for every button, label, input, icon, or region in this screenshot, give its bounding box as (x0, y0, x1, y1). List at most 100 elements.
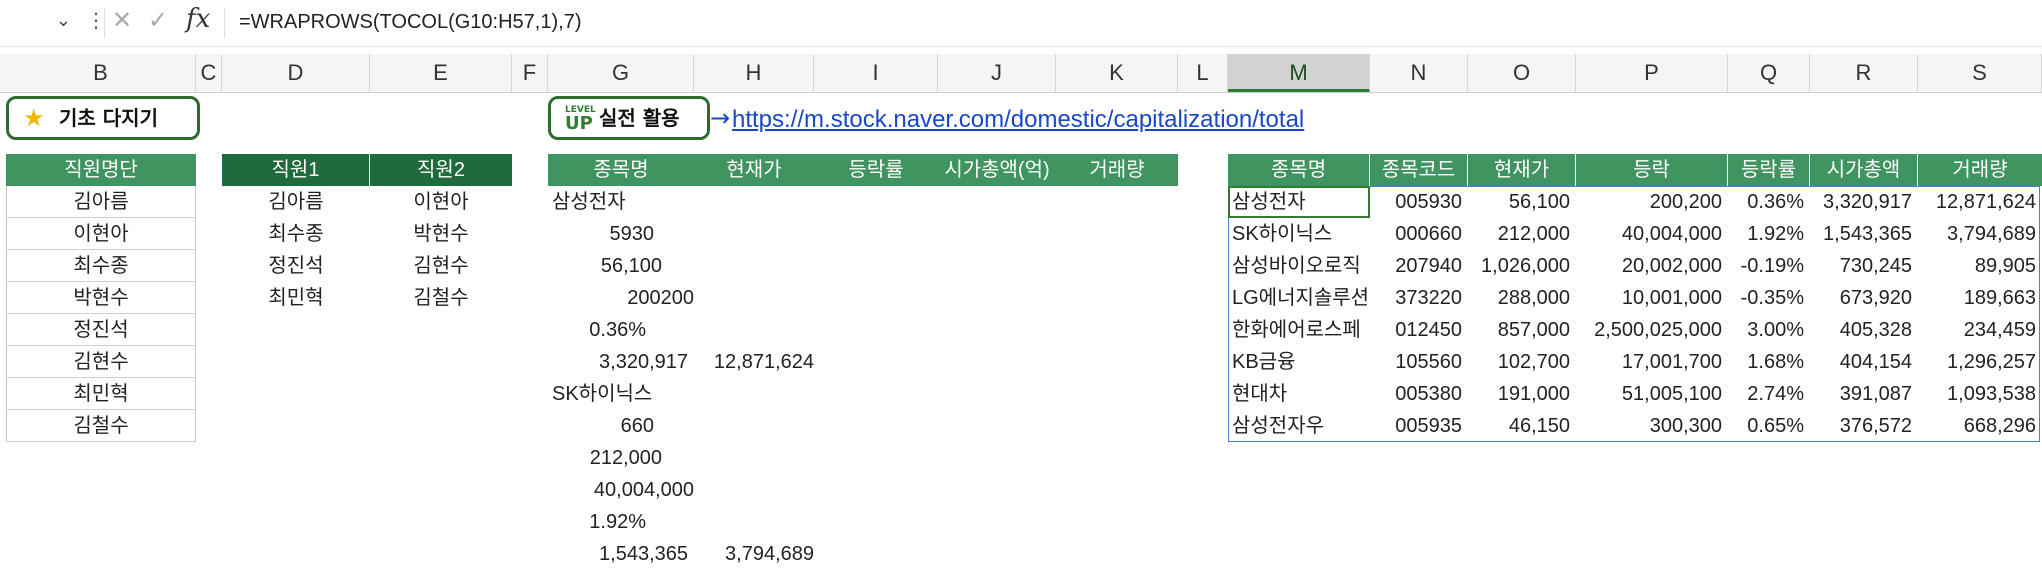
employee-name-cell[interactable]: 최민혁 (6, 378, 196, 410)
result-cell[interactable]: 3,794,689 (1918, 218, 2042, 250)
pair-cell-2[interactable]: 김철수 (370, 282, 512, 314)
result-cell[interactable]: 1,093,538 (1918, 378, 2042, 410)
column-header-p[interactable]: P (1576, 54, 1728, 92)
column-header-i[interactable]: I (814, 54, 938, 92)
result-cell[interactable]: 10,001,000 (1576, 282, 1728, 314)
result-cell[interactable]: 189,663 (1918, 282, 2042, 314)
pair-cell-2[interactable]: 박현수 (370, 218, 512, 250)
insert-function-icon[interactable]: fx (186, 4, 210, 34)
employee-name-cell[interactable]: 최수종 (6, 250, 196, 282)
result-cell[interactable]: 012450 (1370, 314, 1468, 346)
employee-name-cell[interactable]: 김아름 (6, 186, 196, 218)
result-cell[interactable]: 2.74% (1728, 378, 1810, 410)
stock-name-cell[interactable]: SK하이닉스 (1228, 218, 1370, 250)
basic-button[interactable]: ★ 기초 다지기 (6, 96, 200, 140)
column-header-l[interactable]: L (1178, 54, 1228, 92)
result-cell[interactable]: 288,000 (1468, 282, 1576, 314)
employee-name-cell[interactable]: 김철수 (6, 410, 196, 442)
name-box[interactable]: ⌄ (0, 8, 75, 38)
result-cell[interactable]: 212,000 (1468, 218, 1576, 250)
close-icon[interactable]: ✕ (112, 6, 132, 34)
pair-cell-2[interactable]: 이현아 (370, 186, 512, 218)
result-cell[interactable]: 12,871,624 (1918, 186, 2042, 218)
raw-value-cell[interactable]: 3,320,917 (548, 346, 688, 378)
more-options-icon[interactable]: ⋮ (86, 8, 106, 32)
column-header-s[interactable]: S (1918, 54, 2042, 92)
result-cell[interactable]: 005930 (1370, 186, 1468, 218)
check-icon[interactable]: ✓ (148, 6, 168, 34)
pair-cell-2[interactable]: 김현수 (370, 250, 512, 282)
result-cell[interactable]: 005935 (1370, 410, 1468, 442)
result-cell[interactable]: 3.00% (1728, 314, 1810, 346)
pair-cell-1[interactable]: 최민혁 (222, 282, 370, 314)
column-header-j[interactable]: J (938, 54, 1056, 92)
column-header-b[interactable]: B (6, 54, 196, 92)
result-cell[interactable]: 1,296,257 (1918, 346, 2042, 378)
raw-volume-cell[interactable]: 12,871,624 (694, 346, 814, 378)
pair-cell-1[interactable]: 김아름 (222, 186, 370, 218)
result-cell[interactable]: 1.68% (1728, 346, 1810, 378)
column-header-o[interactable]: O (1468, 54, 1576, 92)
column-header-m[interactable]: M (1228, 54, 1370, 92)
raw-value-cell[interactable]: 212,000 (548, 442, 662, 474)
stock-name-cell[interactable]: 삼성전자우 (1228, 410, 1370, 442)
column-header-r[interactable]: R (1810, 54, 1918, 92)
employee-name-cell[interactable]: 박현수 (6, 282, 196, 314)
raw-value-cell[interactable]: 1.92% (548, 506, 646, 538)
raw-value-cell[interactable]: 660 (548, 410, 654, 442)
column-header-k[interactable]: K (1056, 54, 1178, 92)
stock-name-cell[interactable]: 삼성바이오로직 (1228, 250, 1370, 282)
column-header-h[interactable]: H (694, 54, 814, 92)
result-cell[interactable]: 376,572 (1810, 410, 1918, 442)
result-cell[interactable]: 000660 (1370, 218, 1468, 250)
pair-cell-1[interactable]: 정진석 (222, 250, 370, 282)
pair-cell-1[interactable]: 최수종 (222, 218, 370, 250)
raw-value-cell[interactable]: 삼성전자 (552, 186, 698, 218)
result-cell[interactable]: 207940 (1370, 250, 1468, 282)
result-cell[interactable]: 46,150 (1468, 410, 1576, 442)
stock-name-cell[interactable]: KB금융 (1228, 346, 1370, 378)
result-cell[interactable]: 17,001,700 (1576, 346, 1728, 378)
practice-button[interactable]: LEVEL UP 실전 활용 (548, 96, 710, 140)
column-header-d[interactable]: D (222, 54, 370, 92)
result-cell[interactable]: 51,005,100 (1576, 378, 1728, 410)
result-cell[interactable]: 3,320,917 (1810, 186, 1918, 218)
naver-stock-link[interactable]: https://m.stock.naver.com/domestic/capit… (732, 106, 1304, 134)
result-cell[interactable]: 404,154 (1810, 346, 1918, 378)
result-cell[interactable]: 56,100 (1468, 186, 1576, 218)
result-cell[interactable]: 1,026,000 (1468, 250, 1576, 282)
result-cell[interactable]: 668,296 (1918, 410, 2042, 442)
result-cell[interactable]: 300,300 (1576, 410, 1728, 442)
column-header-c[interactable]: C (196, 54, 222, 92)
result-cell[interactable]: 005380 (1370, 378, 1468, 410)
raw-value-cell[interactable]: 200200 (548, 282, 694, 314)
result-cell[interactable]: 405,328 (1810, 314, 1918, 346)
result-cell[interactable]: 1,543,365 (1810, 218, 1918, 250)
result-cell[interactable]: 40,004,000 (1576, 218, 1728, 250)
result-cell[interactable]: 391,087 (1810, 378, 1918, 410)
column-header-e[interactable]: E (370, 54, 512, 92)
result-cell[interactable]: 102,700 (1468, 346, 1576, 378)
stock-name-cell[interactable]: LG에너지솔루션 (1228, 282, 1370, 314)
result-cell[interactable]: 200,200 (1576, 186, 1728, 218)
stock-name-cell[interactable]: 현대차 (1228, 378, 1370, 410)
raw-volume-cell[interactable]: 3,794,689 (694, 538, 814, 570)
column-header-n[interactable]: N (1370, 54, 1468, 92)
raw-value-cell[interactable]: 40,004,000 (548, 474, 694, 506)
employee-name-cell[interactable]: 이현아 (6, 218, 196, 250)
result-cell[interactable]: 2,500,025,000 (1576, 314, 1728, 346)
result-cell[interactable]: 730,245 (1810, 250, 1918, 282)
formula-input[interactable]: =WRAPROWS(TOCOL(G10:H57,1),7) (224, 8, 2042, 38)
raw-value-cell[interactable]: SK하이닉스 (552, 378, 698, 410)
stock-name-cell[interactable]: 삼성전자 (1228, 186, 1370, 218)
result-cell[interactable]: -0.19% (1728, 250, 1810, 282)
raw-value-cell[interactable]: 5930 (548, 218, 655, 250)
result-cell[interactable]: 20,002,000 (1576, 250, 1728, 282)
result-cell[interactable]: 373220 (1370, 282, 1468, 314)
chevron-down-icon[interactable]: ⌄ (56, 10, 71, 31)
result-cell[interactable]: 234,459 (1918, 314, 2042, 346)
employee-name-cell[interactable]: 김현수 (6, 346, 196, 378)
column-header-g[interactable]: G (548, 54, 694, 92)
column-header-q[interactable]: Q (1728, 54, 1810, 92)
result-cell[interactable]: -0.35% (1728, 282, 1810, 314)
